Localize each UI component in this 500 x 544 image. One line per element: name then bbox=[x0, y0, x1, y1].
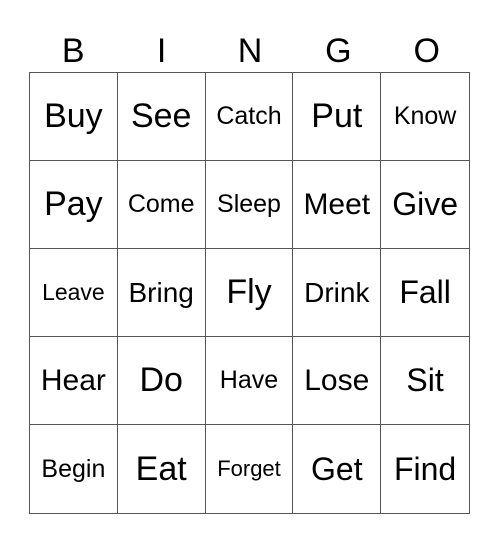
bingo-cell[interactable]: Have bbox=[205, 337, 294, 425]
bingo-cell[interactable]: Pay bbox=[30, 161, 118, 249]
bingo-cell[interactable]: Catch bbox=[205, 73, 294, 161]
bingo-cell[interactable]: Come bbox=[117, 161, 206, 249]
bingo-cell[interactable]: Lose bbox=[293, 337, 382, 425]
bingo-cell[interactable]: Get bbox=[293, 425, 382, 513]
bingo-cell[interactable]: Eat bbox=[118, 425, 206, 513]
bingo-grid: Buy See Catch Put Know Pay Come Sleep Me… bbox=[29, 72, 470, 514]
bingo-cell[interactable]: Hear bbox=[30, 337, 118, 425]
header-letter-i: I bbox=[156, 32, 167, 70]
bingo-cell[interactable]: Meet bbox=[293, 161, 382, 249]
bingo-cell[interactable]: Do bbox=[117, 337, 206, 425]
bingo-cell[interactable]: Sleep bbox=[205, 161, 294, 249]
header-letter-g: G bbox=[325, 32, 352, 70]
bingo-cell[interactable]: Leave bbox=[30, 249, 118, 337]
bingo-cell[interactable]: Forget bbox=[206, 425, 294, 513]
bingo-cell[interactable]: Find bbox=[381, 425, 469, 513]
bingo-cell[interactable]: Buy bbox=[30, 73, 118, 161]
bingo-cell[interactable]: Know bbox=[381, 73, 469, 161]
bingo-cell[interactable]: Put bbox=[293, 73, 382, 161]
bingo-cell[interactable]: Begin bbox=[30, 425, 118, 513]
header-letter-n: N bbox=[237, 32, 263, 70]
bingo-cell[interactable]: Drink bbox=[293, 249, 382, 337]
bingo-cell[interactable]: Sit bbox=[381, 337, 469, 425]
bingo-cell[interactable]: Bring bbox=[117, 249, 206, 337]
bingo-cell[interactable]: Fall bbox=[381, 249, 469, 337]
bingo-cell[interactable]: Give bbox=[381, 161, 469, 249]
bingo-cell[interactable]: Fly bbox=[205, 249, 294, 337]
header-letter-o: O bbox=[413, 32, 440, 70]
bingo-header: B I N G O bbox=[29, 30, 471, 72]
bingo-cell[interactable]: See bbox=[117, 73, 206, 161]
header-letter-b: B bbox=[61, 32, 85, 70]
